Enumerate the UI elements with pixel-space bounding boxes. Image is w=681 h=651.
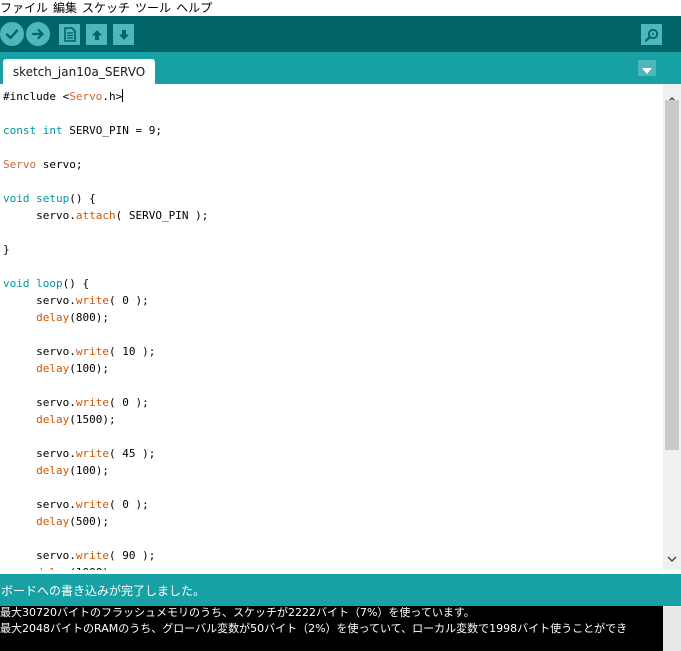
- code-line[interactable]: }: [3, 241, 208, 258]
- code-line[interactable]: delay(500);: [3, 513, 208, 530]
- console-line: 最大30720バイトのフラッシュメモリのうち、スケッチが2222バイト（7%）を…: [0, 606, 475, 619]
- code-line[interactable]: [3, 530, 208, 547]
- arrow-down-icon: [117, 28, 131, 42]
- status-message: ボードへの書き込みが完了しました。: [0, 574, 681, 606]
- code-line[interactable]: [3, 479, 208, 496]
- code-line[interactable]: [3, 224, 208, 241]
- code-line[interactable]: [3, 173, 208, 190]
- code-line[interactable]: delay(800);: [3, 309, 208, 326]
- menu-help[interactable]: ヘルプ: [176, 0, 217, 16]
- menu-sketch[interactable]: スケッチ: [82, 0, 135, 16]
- editor-scrollbar[interactable]: [663, 84, 681, 570]
- tab-menu-button[interactable]: [638, 60, 656, 76]
- menu-bar: ファイル 編集 スケッチ ツール ヘルプ: [0, 0, 681, 16]
- console-output: 最大30720バイトのフラッシュメモリのうち、スケッチが2222バイト（7%）を…: [0, 606, 681, 651]
- magnifier-icon: [644, 28, 660, 42]
- console-line: 最大2048バイトのRAMのうち、グローバル変数が50バイト（2%）を使っていて…: [0, 622, 628, 635]
- arrow-up-icon: [90, 28, 104, 42]
- new-file-icon: [63, 27, 76, 42]
- toolbar: [0, 16, 681, 52]
- code-line[interactable]: servo.attach( SERVO_PIN );: [3, 207, 208, 224]
- code-line[interactable]: delay(100);: [3, 360, 208, 377]
- scroll-down-icon[interactable]: [667, 547, 677, 566]
- code-line[interactable]: servo.write( 0 );: [3, 394, 208, 411]
- code-editor[interactable]: #include <Servo.h> const int SERVO_PIN = …: [0, 84, 663, 570]
- serial-monitor-button[interactable]: [641, 24, 662, 45]
- code-line[interactable]: [3, 139, 208, 156]
- verify-icon: [5, 27, 19, 41]
- code-line[interactable]: [3, 105, 208, 122]
- code-line[interactable]: servo.write( 90 );: [3, 547, 208, 564]
- console-scrollbar[interactable]: [663, 606, 681, 651]
- upload-button[interactable]: [26, 22, 50, 46]
- code-line[interactable]: #include <Servo.h>: [3, 88, 208, 105]
- code-line[interactable]: servo.write( 10 );: [3, 343, 208, 360]
- tab-sketch[interactable]: sketch_jan10a_SERVO: [3, 59, 155, 84]
- code-line[interactable]: Servo servo;: [3, 156, 208, 173]
- code-line[interactable]: servo.write( 45 );: [3, 445, 208, 462]
- new-sketch-button[interactable]: [59, 24, 80, 45]
- code-line[interactable]: delay(100);: [3, 462, 208, 479]
- menu-file[interactable]: ファイル: [0, 0, 53, 16]
- menu-edit[interactable]: 編集: [53, 0, 82, 16]
- code-line[interactable]: servo.write( 0 );: [3, 292, 208, 309]
- scroll-thumb[interactable]: [665, 100, 679, 450]
- code-line[interactable]: const int SERVO_PIN = 9;: [3, 122, 208, 139]
- save-button[interactable]: [113, 24, 134, 45]
- code-line[interactable]: [3, 428, 208, 445]
- code-line[interactable]: void loop() {: [3, 275, 208, 292]
- verify-button[interactable]: [0, 22, 24, 46]
- open-button[interactable]: [86, 24, 107, 45]
- code-line[interactable]: servo.write( 0 );: [3, 496, 208, 513]
- upload-arrow-icon: [31, 27, 45, 41]
- chevron-down-icon: [642, 59, 652, 78]
- code-text[interactable]: #include <Servo.h> const int SERVO_PIN = …: [3, 88, 208, 570]
- menu-tools[interactable]: ツール: [135, 0, 176, 16]
- text-caret: [122, 89, 124, 102]
- tab-bar: sketch_jan10a_SERVO: [0, 52, 681, 84]
- code-line[interactable]: [3, 326, 208, 343]
- code-line[interactable]: void setup() {: [3, 190, 208, 207]
- code-line[interactable]: [3, 258, 208, 275]
- code-line[interactable]: delay(1500);: [3, 411, 208, 428]
- code-line[interactable]: [3, 377, 208, 394]
